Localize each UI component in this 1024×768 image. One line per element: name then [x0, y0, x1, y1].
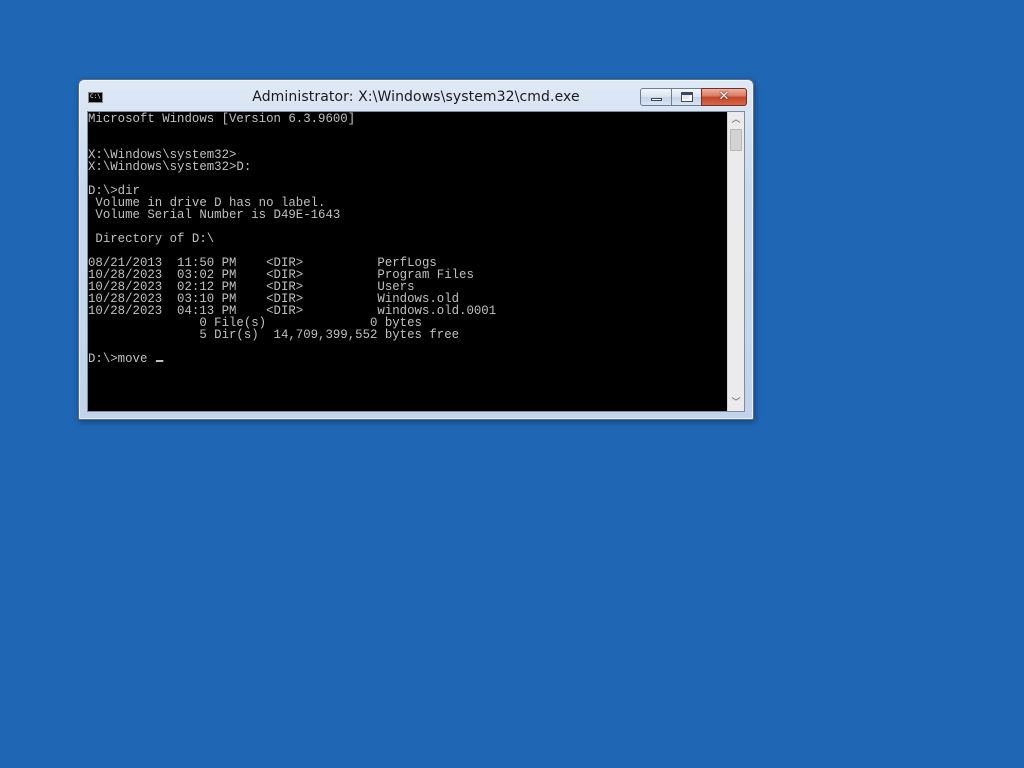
- scroll-up-arrow-icon[interactable]: ︿: [728, 112, 744, 128]
- close-button[interactable]: ✕: [701, 88, 747, 106]
- vertical-scrollbar[interactable]: ︿ ﹀: [727, 112, 744, 411]
- console-input[interactable]: move: [118, 351, 155, 366]
- console-pre: Microsoft Windows [Version 6.3.9600] X:\…: [88, 112, 683, 365]
- scroll-down-arrow-icon[interactable]: ﹀: [728, 395, 744, 411]
- maximize-icon: [681, 92, 693, 102]
- console-text: Microsoft Windows [Version 6.3.9600] X:\…: [88, 112, 497, 342]
- cmd-window[interactable]: C:\ Administrator: X:\Windows\system32\c…: [78, 79, 754, 420]
- text-cursor: [155, 360, 164, 362]
- console-client-area: Microsoft Windows [Version 6.3.9600] X:\…: [87, 111, 745, 412]
- minimize-button[interactable]: [640, 88, 672, 106]
- maximize-button[interactable]: [671, 88, 702, 106]
- minimize-icon: [651, 98, 662, 101]
- close-icon: ✕: [718, 89, 730, 104]
- title-bar[interactable]: C:\ Administrator: X:\Windows\system32\c…: [79, 80, 753, 111]
- console-prompt: D:\>: [88, 351, 118, 366]
- caption-buttons: ✕: [640, 88, 747, 106]
- desktop: { "window": { "title": "Administrator: X…: [0, 0, 1024, 768]
- console-output[interactable]: Microsoft Windows [Version 6.3.9600] X:\…: [88, 112, 728, 411]
- scroll-thumb[interactable]: [730, 129, 742, 151]
